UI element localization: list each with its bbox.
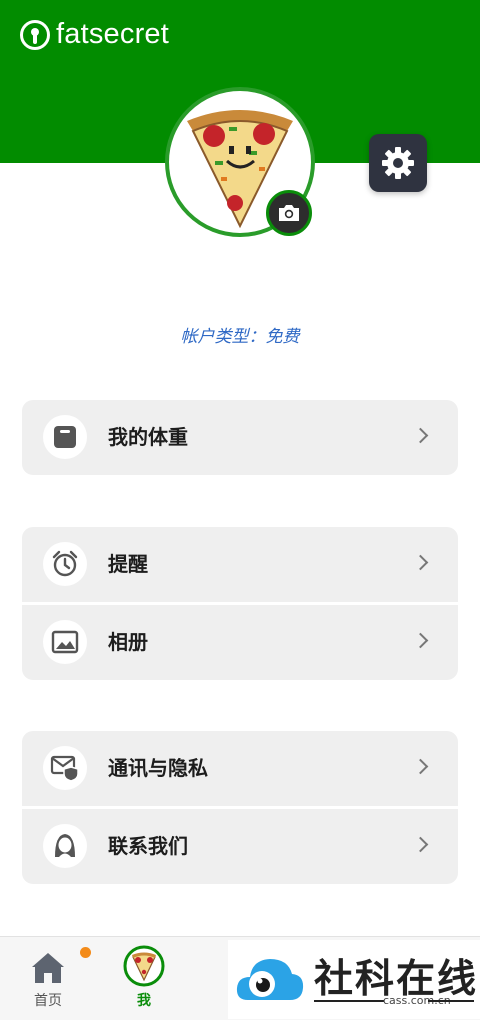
chevron-right-icon <box>412 758 429 775</box>
menu-item-label: 提醒 <box>108 552 148 576</box>
support-person-icon <box>43 824 87 868</box>
image-icon <box>43 620 87 664</box>
settings-button[interactable] <box>369 134 427 192</box>
menu-item-label: 联系我们 <box>108 834 188 858</box>
notification-badge <box>80 947 91 958</box>
privacy-contact-card: 通讯与隐私 联系我们 <box>22 731 458 884</box>
tab-me-label: 我 <box>137 993 151 1009</box>
cloud-eye-logo <box>236 959 304 1000</box>
scale-icon <box>43 415 87 459</box>
tab-me[interactable]: 我 <box>104 937 184 1020</box>
camera-icon <box>279 205 299 221</box>
home-icon <box>32 953 64 983</box>
watermark: 社科在线 cass.com.cn <box>228 940 480 1019</box>
account-type-label: 帐户类型：免费 <box>180 327 300 347</box>
chevron-right-icon <box>412 836 429 853</box>
menu-item-reminders[interactable]: 提醒 <box>22 527 458 602</box>
reminders-album-card: 提醒 相册 <box>22 527 458 680</box>
keyhole-icon <box>20 19 50 50</box>
brand-name: fatsecret <box>56 18 170 50</box>
tab-home[interactable]: 首页 <box>8 937 91 1020</box>
chevron-right-icon <box>412 427 429 444</box>
menu-item-label: 我的体重 <box>108 425 188 449</box>
weight-card: 我的体重 <box>22 400 458 475</box>
menu-item-album[interactable]: 相册 <box>22 605 458 680</box>
menu-item-label: 通讯与隐私 <box>108 756 208 780</box>
pizza-avatar-icon <box>123 945 165 987</box>
change-photo-button[interactable] <box>266 190 312 236</box>
gear-icon <box>382 147 414 179</box>
watermark-url: cass.com.cn <box>383 994 451 1007</box>
divider <box>314 1000 384 1002</box>
mail-shield-icon <box>43 746 87 790</box>
menu-item-label: 相册 <box>108 630 148 654</box>
chevron-right-icon <box>412 554 429 571</box>
menu-item-privacy[interactable]: 通讯与隐私 <box>22 731 458 806</box>
menu-item-weight[interactable]: 我的体重 <box>22 400 458 475</box>
chevron-right-icon <box>412 632 429 649</box>
alarm-clock-icon <box>43 542 87 586</box>
fatsecret-logo: fatsecret <box>20 18 169 51</box>
tab-home-label: 首页 <box>34 993 62 1009</box>
divider <box>428 1000 474 1002</box>
menu-item-contact[interactable]: 联系我们 <box>22 809 458 884</box>
